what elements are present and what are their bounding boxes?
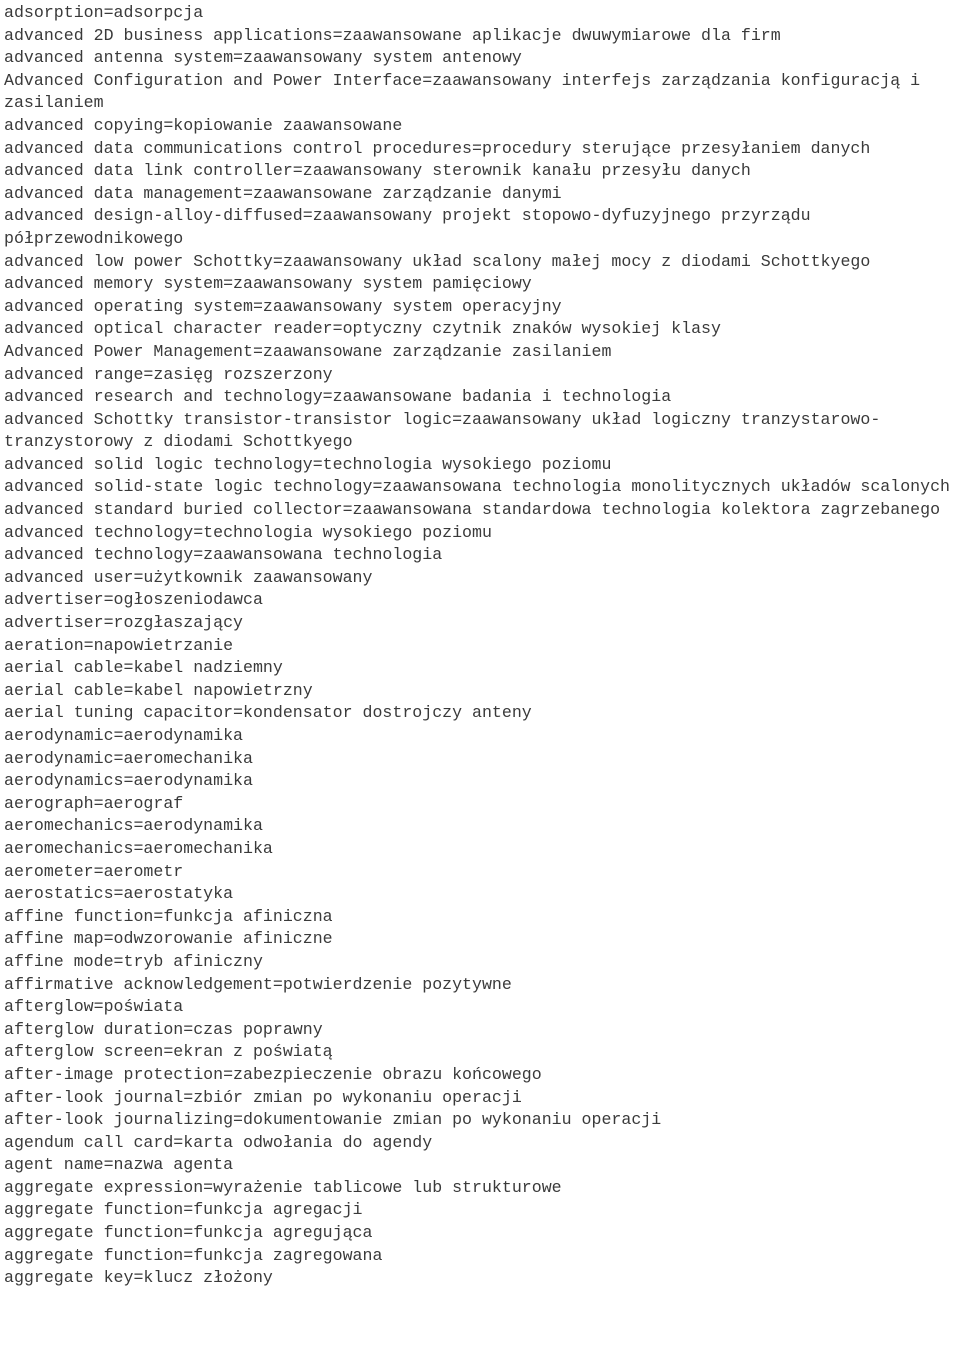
glossary-entry: affirmative acknowledgement=potwierdzeni… xyxy=(4,974,512,994)
glossary-entry: aggregate key=klucz złożony xyxy=(4,1268,273,1288)
glossary-entry: after-image protection=zabezpieczenie ob… xyxy=(4,1064,542,1084)
glossary-entry: advanced copying=kopiowanie zaawansowane xyxy=(4,115,403,135)
glossary-entry: advanced technology=zaawansowana technol… xyxy=(4,545,443,565)
glossary-entry: afterglow=poświata xyxy=(4,997,184,1017)
glossary-entry: aerometer=aerometr xyxy=(4,861,184,881)
glossary-entry: advanced research and technology=zaawans… xyxy=(4,387,672,407)
glossary-entry: agendum call card=karta odwołania do age… xyxy=(4,1132,433,1152)
glossary-entry: aerodynamic=aerodynamika xyxy=(4,726,243,745)
glossary-entry: advanced data link controller=zaawansowa… xyxy=(4,161,751,181)
glossary-entry: aerostatics=aerostatyka xyxy=(4,884,234,904)
glossary-entry: aerodynamics=aerodynamika xyxy=(4,771,253,791)
glossary-entry: affine mode=tryb afiniczny xyxy=(4,951,263,971)
glossary-entry: aeromechanics=aeromechanika xyxy=(4,838,273,858)
glossary-entry: afterglow screen=ekran z poświatą xyxy=(4,1042,333,1062)
glossary-entry: aggregate expression=wyrażenie tablicowe… xyxy=(4,1177,562,1197)
glossary-entry: aerograph=aerograf xyxy=(4,793,184,813)
glossary-entry: advanced range=zasięg rozszerzony xyxy=(4,364,333,384)
glossary-entry: aeration=napowietrzanie xyxy=(4,635,234,655)
glossary-entry: affine function=funkcja afiniczna xyxy=(4,906,333,926)
glossary-entry: Advanced Power Management=zaawansowane z… xyxy=(4,341,612,361)
glossary-entry: advanced optical character reader=optycz… xyxy=(4,319,721,339)
glossary-entry: advanced solid logic technology=technolo… xyxy=(4,454,612,474)
glossary-entry: aggregate function=funkcja agregacji xyxy=(4,1200,363,1220)
glossary-entry: advanced low power Schottky=zaawansowany… xyxy=(4,251,871,271)
glossary-entry: advertiser=rozgłaszający xyxy=(4,613,243,633)
glossary-entry: afterglow duration=czas poprawny xyxy=(4,1019,323,1039)
glossary-entry: affine map=odwzorowanie afiniczne xyxy=(4,929,333,949)
glossary-entry: agent name=nazwa agenta xyxy=(4,1155,234,1175)
glossary-entry: after-look journalizing=dokumentowanie z… xyxy=(4,1110,662,1130)
glossary-entry: aeromechanics=aerodynamika xyxy=(4,816,263,836)
glossary-entry: advanced solid-state logic technology=za… xyxy=(4,477,950,497)
glossary-entry: Advanced Configuration and Power Interfa… xyxy=(4,70,931,113)
glossary-entry: after-look journal=zbiór zmian po wykona… xyxy=(4,1087,522,1107)
glossary-entry: adsorption=adsorpcja xyxy=(4,3,204,22)
glossary-entry: advanced design-alloy-diffused=zaawansow… xyxy=(4,206,821,248)
glossary-entry: advanced memory system=zaawansowany syst… xyxy=(4,274,532,294)
glossary-entry: aerodynamic=aeromechanika xyxy=(4,748,253,768)
glossary-entry: aggregate function=funkcja zagregowana xyxy=(4,1245,383,1265)
glossary-entry: advanced 2D business applications=zaawan… xyxy=(4,25,781,45)
glossary-entry: advanced Schottky transistor-transistor … xyxy=(4,409,881,452)
glossary-entry: advanced antenna system=zaawansowany sys… xyxy=(4,48,522,68)
glossary-entry: advanced operating system=zaawansowany s… xyxy=(4,296,562,316)
glossary-entry: advanced data management=zaawansowane za… xyxy=(4,183,562,203)
glossary-entry: advertiser=ogłoszeniodawca xyxy=(4,590,263,610)
glossary-entry: aggregate function=funkcja agregująca xyxy=(4,1223,373,1243)
glossary-text-body: adsorption=adsorpcja advanced 2D business… xyxy=(0,0,960,1290)
glossary-entry: aerial tuning capacitor=kondensator dost… xyxy=(4,703,532,723)
glossary-entry: advanced user=użytkownik zaawansowany xyxy=(4,567,373,587)
glossary-entry: advanced standard buried collector=zaawa… xyxy=(4,500,941,520)
glossary-entry: aerial cable=kabel napowietrzny xyxy=(4,680,313,700)
glossary-entry: advanced data communications control pro… xyxy=(4,138,871,158)
glossary-entry: aerial cable=kabel nadziemny xyxy=(4,658,283,678)
glossary-entry: advanced technology=technologia wysokieg… xyxy=(4,522,492,542)
